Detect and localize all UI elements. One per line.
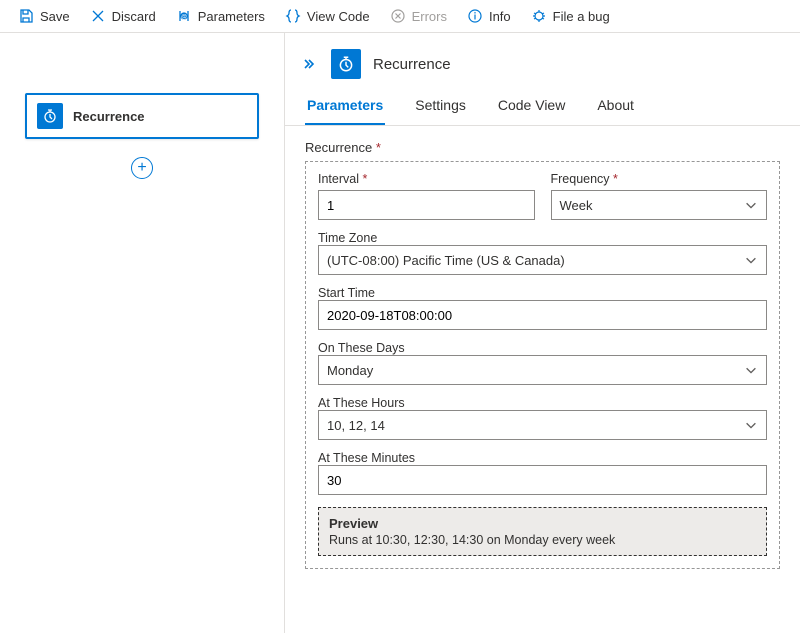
svg-text:@: @ bbox=[181, 15, 187, 21]
timer-icon bbox=[331, 49, 361, 79]
save-label: Save bbox=[40, 9, 70, 24]
discard-button[interactable]: Discard bbox=[80, 4, 166, 28]
info-label: Info bbox=[489, 9, 511, 24]
info-button[interactable]: Info bbox=[457, 4, 521, 28]
chevron-down-icon bbox=[744, 363, 758, 377]
chevron-down-icon bbox=[744, 253, 758, 267]
preview-text: Runs at 10:30, 12:30, 14:30 on Monday ev… bbox=[329, 533, 756, 547]
chevron-down-icon bbox=[744, 198, 758, 212]
errors-button: Errors bbox=[380, 4, 457, 28]
file-bug-label: File a bug bbox=[553, 9, 610, 24]
hours-label: At These Hours bbox=[318, 396, 405, 410]
add-step-button[interactable]: + bbox=[131, 157, 153, 179]
details-panel: Recurrence Parameters Settings Code View… bbox=[285, 33, 800, 633]
timer-icon bbox=[37, 103, 63, 129]
recurrence-section-label: Recurrence bbox=[305, 140, 780, 155]
recurrence-section: Interval Frequency Week Time Zone ( bbox=[305, 161, 780, 569]
tab-code-view[interactable]: Code View bbox=[496, 91, 567, 125]
discard-label: Discard bbox=[112, 9, 156, 24]
tab-settings[interactable]: Settings bbox=[413, 91, 468, 125]
frequency-select[interactable]: Week bbox=[551, 190, 768, 220]
error-icon bbox=[390, 8, 406, 24]
panel-title: Recurrence bbox=[373, 56, 451, 73]
starttime-input[interactable] bbox=[318, 300, 767, 330]
minutes-label: At These Minutes bbox=[318, 451, 415, 465]
errors-label: Errors bbox=[412, 9, 447, 24]
close-icon bbox=[90, 8, 106, 24]
parameters-button[interactable]: @ Parameters bbox=[166, 4, 275, 28]
recurrence-card-title: Recurrence bbox=[73, 109, 145, 124]
interval-label: Interval bbox=[318, 172, 535, 186]
days-value: Monday bbox=[327, 363, 373, 378]
parameters-label: Parameters bbox=[198, 9, 265, 24]
tab-about[interactable]: About bbox=[595, 91, 636, 125]
timezone-label: Time Zone bbox=[318, 231, 377, 245]
collapse-panel-button[interactable] bbox=[299, 54, 319, 74]
toolbar: Save Discard @ Parameters View Code Erro… bbox=[0, 0, 800, 33]
tabs: Parameters Settings Code View About bbox=[285, 91, 800, 126]
file-bug-button[interactable]: File a bug bbox=[521, 4, 620, 28]
days-select[interactable]: Monday bbox=[318, 355, 767, 385]
preview-box: Preview Runs at 10:30, 12:30, 14:30 on M… bbox=[318, 507, 767, 556]
parameters-icon: @ bbox=[176, 8, 192, 24]
starttime-label: Start Time bbox=[318, 286, 375, 300]
designer-canvas: Recurrence + bbox=[0, 33, 285, 633]
minutes-input[interactable] bbox=[318, 465, 767, 495]
recurrence-card[interactable]: Recurrence bbox=[25, 93, 259, 139]
plus-icon: + bbox=[137, 159, 146, 177]
hours-select[interactable]: 10, 12, 14 bbox=[318, 410, 767, 440]
timezone-select[interactable]: (UTC-08:00) Pacific Time (US & Canada) bbox=[318, 245, 767, 275]
view-code-button[interactable]: View Code bbox=[275, 4, 380, 28]
save-icon bbox=[18, 8, 34, 24]
save-button[interactable]: Save bbox=[8, 4, 80, 28]
frequency-value: Week bbox=[560, 198, 593, 213]
tab-parameters[interactable]: Parameters bbox=[305, 91, 385, 125]
timezone-value: (UTC-08:00) Pacific Time (US & Canada) bbox=[327, 253, 565, 268]
interval-input[interactable] bbox=[318, 190, 535, 220]
code-braces-icon bbox=[285, 8, 301, 24]
frequency-label: Frequency bbox=[551, 172, 768, 186]
info-icon bbox=[467, 8, 483, 24]
days-label: On These Days bbox=[318, 341, 405, 355]
preview-title: Preview bbox=[329, 516, 756, 531]
bug-icon bbox=[531, 8, 547, 24]
hours-value: 10, 12, 14 bbox=[327, 418, 385, 433]
view-code-label: View Code bbox=[307, 9, 370, 24]
chevron-down-icon bbox=[744, 418, 758, 432]
